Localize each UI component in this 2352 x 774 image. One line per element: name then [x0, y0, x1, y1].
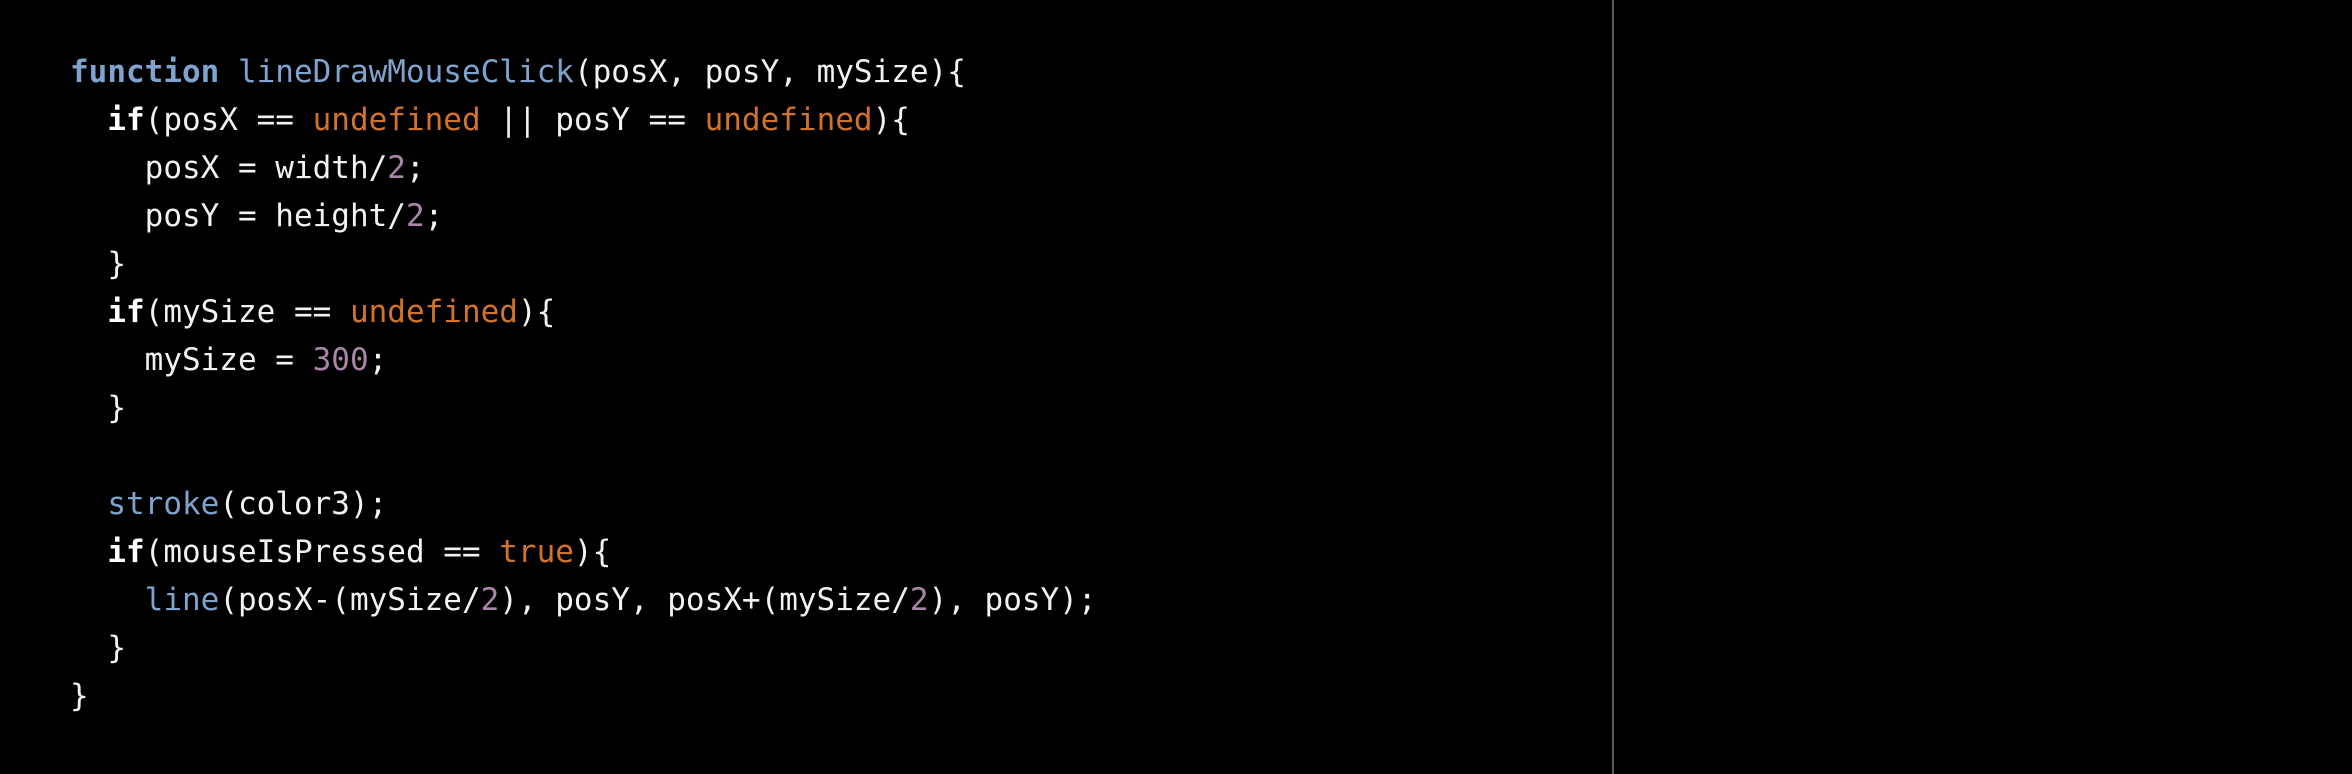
code-line: if(posX == undefined || posY == undefine… [70, 96, 1097, 144]
token-text: ; [424, 198, 444, 234]
code-line: } [70, 624, 1097, 672]
token-text: (color3); [219, 486, 388, 522]
token-text: || posY == [480, 102, 705, 138]
code-line: stroke(color3); [70, 480, 1097, 528]
token-text: posX = width/ [70, 150, 388, 186]
token-num: 2 [909, 582, 929, 618]
token-text: (mouseIsPressed == [144, 534, 500, 570]
token-num: 300 [312, 342, 369, 378]
token-kwfn: function [70, 54, 220, 90]
token-text: } [70, 630, 126, 666]
code-line: line(posX-(mySize/2), posY, posX+(mySize… [70, 576, 1097, 624]
token-fn: lineDrawMouseClick [237, 54, 574, 90]
preview-pane [1614, 0, 2352, 774]
token-const: true [499, 534, 574, 570]
token-text: ){ [517, 294, 556, 330]
token-text: ), posY); [928, 582, 1097, 618]
token-text: ){ [872, 102, 910, 138]
token-text: (posX == [144, 102, 313, 138]
token-kw: if [107, 294, 145, 330]
token-num: 2 [480, 582, 500, 618]
code-line: } [70, 672, 1097, 720]
token-text: ), posY, posX+(mySize/ [499, 582, 910, 618]
token-kw: if [107, 102, 145, 138]
token-fn: line [144, 582, 220, 618]
token-text: } [70, 390, 126, 426]
token-text: mySize = [70, 342, 313, 378]
token-num: 2 [405, 198, 425, 234]
token-text: ; [405, 150, 425, 186]
token-kw: if [107, 534, 145, 570]
code-editor[interactable]: function lineDrawMouseClick(posX, posY, … [70, 48, 1097, 720]
token-fn: stroke [107, 486, 220, 522]
token-const: undefined [312, 102, 481, 138]
token-text: posY = height/ [70, 198, 406, 234]
token-text: (posX, posY, mySize){ [573, 54, 966, 90]
code-line: if(mySize == undefined){ [70, 288, 1097, 336]
code-line: function lineDrawMouseClick(posX, posY, … [70, 48, 1097, 96]
token-text: } [70, 678, 89, 714]
token-text: ; [368, 342, 388, 378]
code-line: posX = width/2; [70, 144, 1097, 192]
code-line: } [70, 384, 1097, 432]
code-line: } [70, 240, 1097, 288]
token-const: undefined [704, 102, 873, 138]
code-line: mySize = 300; [70, 336, 1097, 384]
code-line: if(mouseIsPressed == true){ [70, 528, 1097, 576]
token-text: (mySize == [144, 294, 350, 330]
token-num: 2 [387, 150, 406, 186]
token-text: (posX-(mySize/ [219, 582, 481, 618]
token-text: ){ [573, 534, 612, 570]
token-const: undefined [349, 294, 518, 330]
token-text: } [70, 246, 126, 282]
code-line: posY = height/2; [70, 192, 1097, 240]
